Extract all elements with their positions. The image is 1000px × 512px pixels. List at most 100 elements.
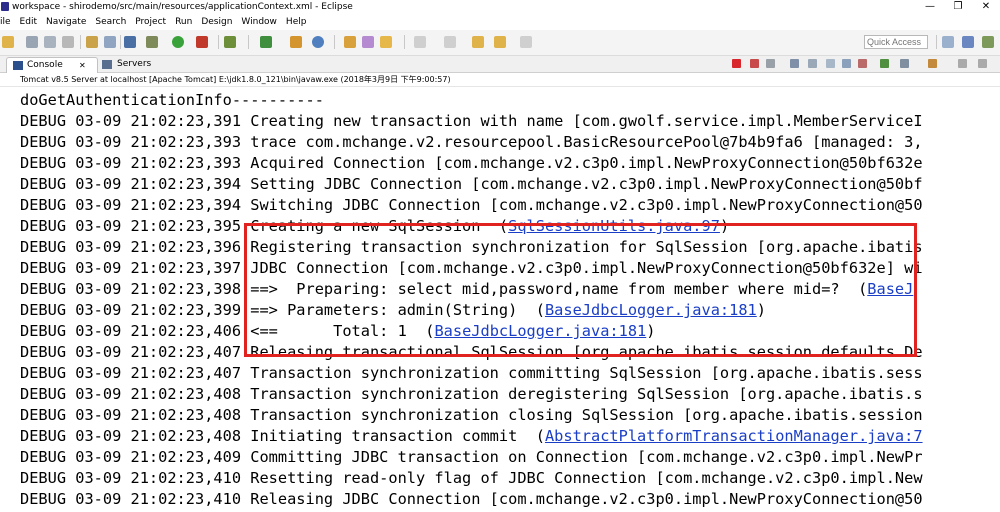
- terminal-icon[interactable]: [104, 36, 116, 48]
- show-on-stderr-icon[interactable]: [858, 59, 867, 68]
- console-line: DEBUG 03-09 21:02:23,396 Registering tra…: [20, 237, 923, 258]
- new-icon[interactable]: [2, 36, 14, 48]
- next-annotation-icon[interactable]: [414, 36, 426, 48]
- console-line: DEBUG 03-09 21:02:23,406 <== Total: 1 (B…: [20, 321, 655, 342]
- console-line: DEBUG 03-09 21:02:23,393 trace com.mchan…: [20, 132, 923, 153]
- window-title: workspace - shirodemo/src/main/resources…: [12, 2, 353, 12]
- external-tools-icon[interactable]: [196, 36, 208, 48]
- search-icon[interactable]: [380, 36, 392, 48]
- source-link[interactable]: BaseJdbcLogger.java:181: [545, 301, 757, 319]
- console-line-text: DEBUG 03-09 21:02:23,407 Releasing trans…: [20, 343, 923, 361]
- previous-annotation-icon[interactable]: [444, 36, 456, 48]
- console-line: DEBUG 03-09 21:02:23,399 ==> Parameters:…: [20, 300, 766, 321]
- console-line-text: DEBUG 03-09 21:02:23,394 Switching JDBC …: [20, 196, 923, 214]
- show-on-stdout-icon[interactable]: [842, 59, 851, 68]
- open-console-icon[interactable]: [928, 59, 937, 68]
- build-icon[interactable]: [86, 36, 98, 48]
- console-line: DEBUG 03-09 21:02:23,408 Initiating tran…: [20, 426, 923, 447]
- open-perspective-icon[interactable]: [942, 36, 954, 48]
- source-link[interactable]: BaseJ: [867, 280, 913, 298]
- save-icon[interactable]: [26, 36, 38, 48]
- console-line: DEBUG 03-09 21:02:23,398 ==> Preparing: …: [20, 279, 913, 300]
- console-line: DEBUG 03-09 21:02:23,408 Transaction syn…: [20, 405, 923, 426]
- console-line-suffix: ): [756, 301, 766, 319]
- console-line-text: DEBUG 03-09 21:02:23,408 Transaction syn…: [20, 385, 923, 403]
- console-line: DEBUG 03-09 21:02:23,391 Creating new tr…: [20, 111, 923, 132]
- menu-edit[interactable]: Edit: [15, 14, 41, 30]
- console-line-text: DEBUG 03-09 21:02:23,410 Resetting read-…: [20, 469, 923, 487]
- open-type-icon[interactable]: [344, 36, 356, 48]
- console-line-text: DEBUG 03-09 21:02:23,398 ==> Preparing: …: [20, 280, 868, 298]
- console-line: DEBUG 03-09 21:02:23,394 Switching JDBC …: [20, 195, 923, 216]
- menu-help[interactable]: Help: [281, 14, 311, 30]
- source-link[interactable]: SqlSessionUtils.java:97: [508, 217, 720, 235]
- run-icon[interactable]: [172, 36, 184, 48]
- remove-all-terminated-icon[interactable]: [766, 59, 775, 68]
- console-line-text: DEBUG 03-09 21:02:23,391 Creating new tr…: [20, 112, 923, 130]
- menu-window[interactable]: Window: [236, 14, 281, 30]
- minimize-view-icon[interactable]: [958, 59, 967, 68]
- console-line-text: DEBUG 03-09 21:02:23,406 <== Total: 1 (: [20, 322, 435, 340]
- menu-navigate[interactable]: Navigate: [41, 14, 90, 30]
- open-task-icon[interactable]: [362, 36, 374, 48]
- tab-servers[interactable]: Servers: [100, 57, 160, 72]
- toolbar-separator: [80, 35, 81, 49]
- console-line: DEBUG 03-09 21:02:23,397 JDBC Connection…: [20, 258, 923, 279]
- new-package-icon[interactable]: [260, 36, 272, 48]
- source-link[interactable]: BaseJdbcLogger.java:181: [434, 322, 646, 340]
- restore-button[interactable]: ❐: [944, 0, 972, 14]
- new-java-project-icon[interactable]: [224, 36, 236, 48]
- quick-access-input[interactable]: [864, 35, 928, 49]
- java-ee-perspective-icon[interactable]: [962, 36, 974, 48]
- word-wrap-icon[interactable]: [826, 59, 835, 68]
- minimize-button[interactable]: —: [916, 0, 944, 14]
- maximize-view-icon[interactable]: [978, 59, 987, 68]
- tab-console[interactable]: Console ✕: [6, 57, 98, 73]
- java-perspective-icon[interactable]: [982, 36, 994, 48]
- toolbar-separator: [334, 35, 335, 49]
- console-line: DEBUG 03-09 21:02:23,410 Resetting read-…: [20, 468, 923, 489]
- console-line-text: DEBUG 03-09 21:02:23,397 JDBC Connection…: [20, 259, 923, 277]
- console-output: doGetAuthenticationInfo---------- DEBUG 0…: [0, 88, 1000, 512]
- new-web-icon[interactable]: [312, 36, 324, 48]
- console-line: doGetAuthenticationInfo----------: [20, 90, 324, 111]
- terminate-icon[interactable]: [732, 59, 741, 68]
- pin-console-icon[interactable]: [880, 59, 889, 68]
- console-line: DEBUG 03-09 21:02:23,393 Acquired Connec…: [20, 153, 923, 174]
- menu-search[interactable]: Search: [90, 14, 130, 30]
- back-icon[interactable]: [494, 36, 506, 48]
- toolbar-separator: [120, 35, 121, 49]
- eclipse-icon: [1, 2, 9, 11]
- console-line-text: DEBUG 03-09 21:02:23,399 ==> Parameters:…: [20, 301, 545, 319]
- source-link[interactable]: AbstractPlatformTransactionManager.java:…: [545, 427, 923, 445]
- console-line-text: DEBUG 03-09 21:02:23,409 Committing JDBC…: [20, 448, 923, 466]
- menu-design[interactable]: Design: [196, 14, 236, 30]
- last-edit-icon[interactable]: [472, 36, 484, 48]
- debug-icon[interactable]: [146, 36, 158, 48]
- console-line: DEBUG 03-09 21:02:23,409 Committing JDBC…: [20, 447, 923, 468]
- title-bar: workspace - shirodemo/src/main/resources…: [0, 0, 1000, 14]
- process-path: Tomcat v8.5 Server at localhost [Apache …: [0, 73, 1000, 87]
- skip-breakpoints-icon[interactable]: [124, 36, 136, 48]
- remove-launch-icon[interactable]: [750, 59, 759, 68]
- console-line: DEBUG 03-09 21:02:23,410 Releasing JDBC …: [20, 489, 923, 510]
- clear-console-icon[interactable]: [790, 59, 799, 68]
- console-line: DEBUG 03-09 21:02:23,407 Transaction syn…: [20, 363, 923, 384]
- display-console-icon[interactable]: [900, 59, 909, 68]
- servers-icon: [102, 60, 112, 69]
- menu-run[interactable]: Run: [170, 14, 196, 30]
- close-button[interactable]: ✕: [972, 0, 1000, 14]
- forward-icon[interactable]: [520, 36, 532, 48]
- print-icon[interactable]: [62, 36, 74, 48]
- console-line-suffix: ): [646, 322, 656, 340]
- scroll-lock-icon[interactable]: [808, 59, 817, 68]
- console-line: DEBUG 03-09 21:02:23,407 Releasing trans…: [20, 342, 923, 363]
- new-class-icon[interactable]: [290, 36, 302, 48]
- menu-project[interactable]: Project: [130, 14, 170, 30]
- console-line-text: DEBUG 03-09 21:02:23,407 Transaction syn…: [20, 364, 923, 382]
- save-all-icon[interactable]: [44, 36, 56, 48]
- console-line: DEBUG 03-09 21:02:23,395 Creating a new …: [20, 216, 729, 237]
- menu-bar: ile Edit Navigate Search Project Run Des…: [0, 14, 1000, 30]
- close-icon[interactable]: ✕: [79, 58, 86, 73]
- menu-file[interactable]: ile: [0, 14, 15, 30]
